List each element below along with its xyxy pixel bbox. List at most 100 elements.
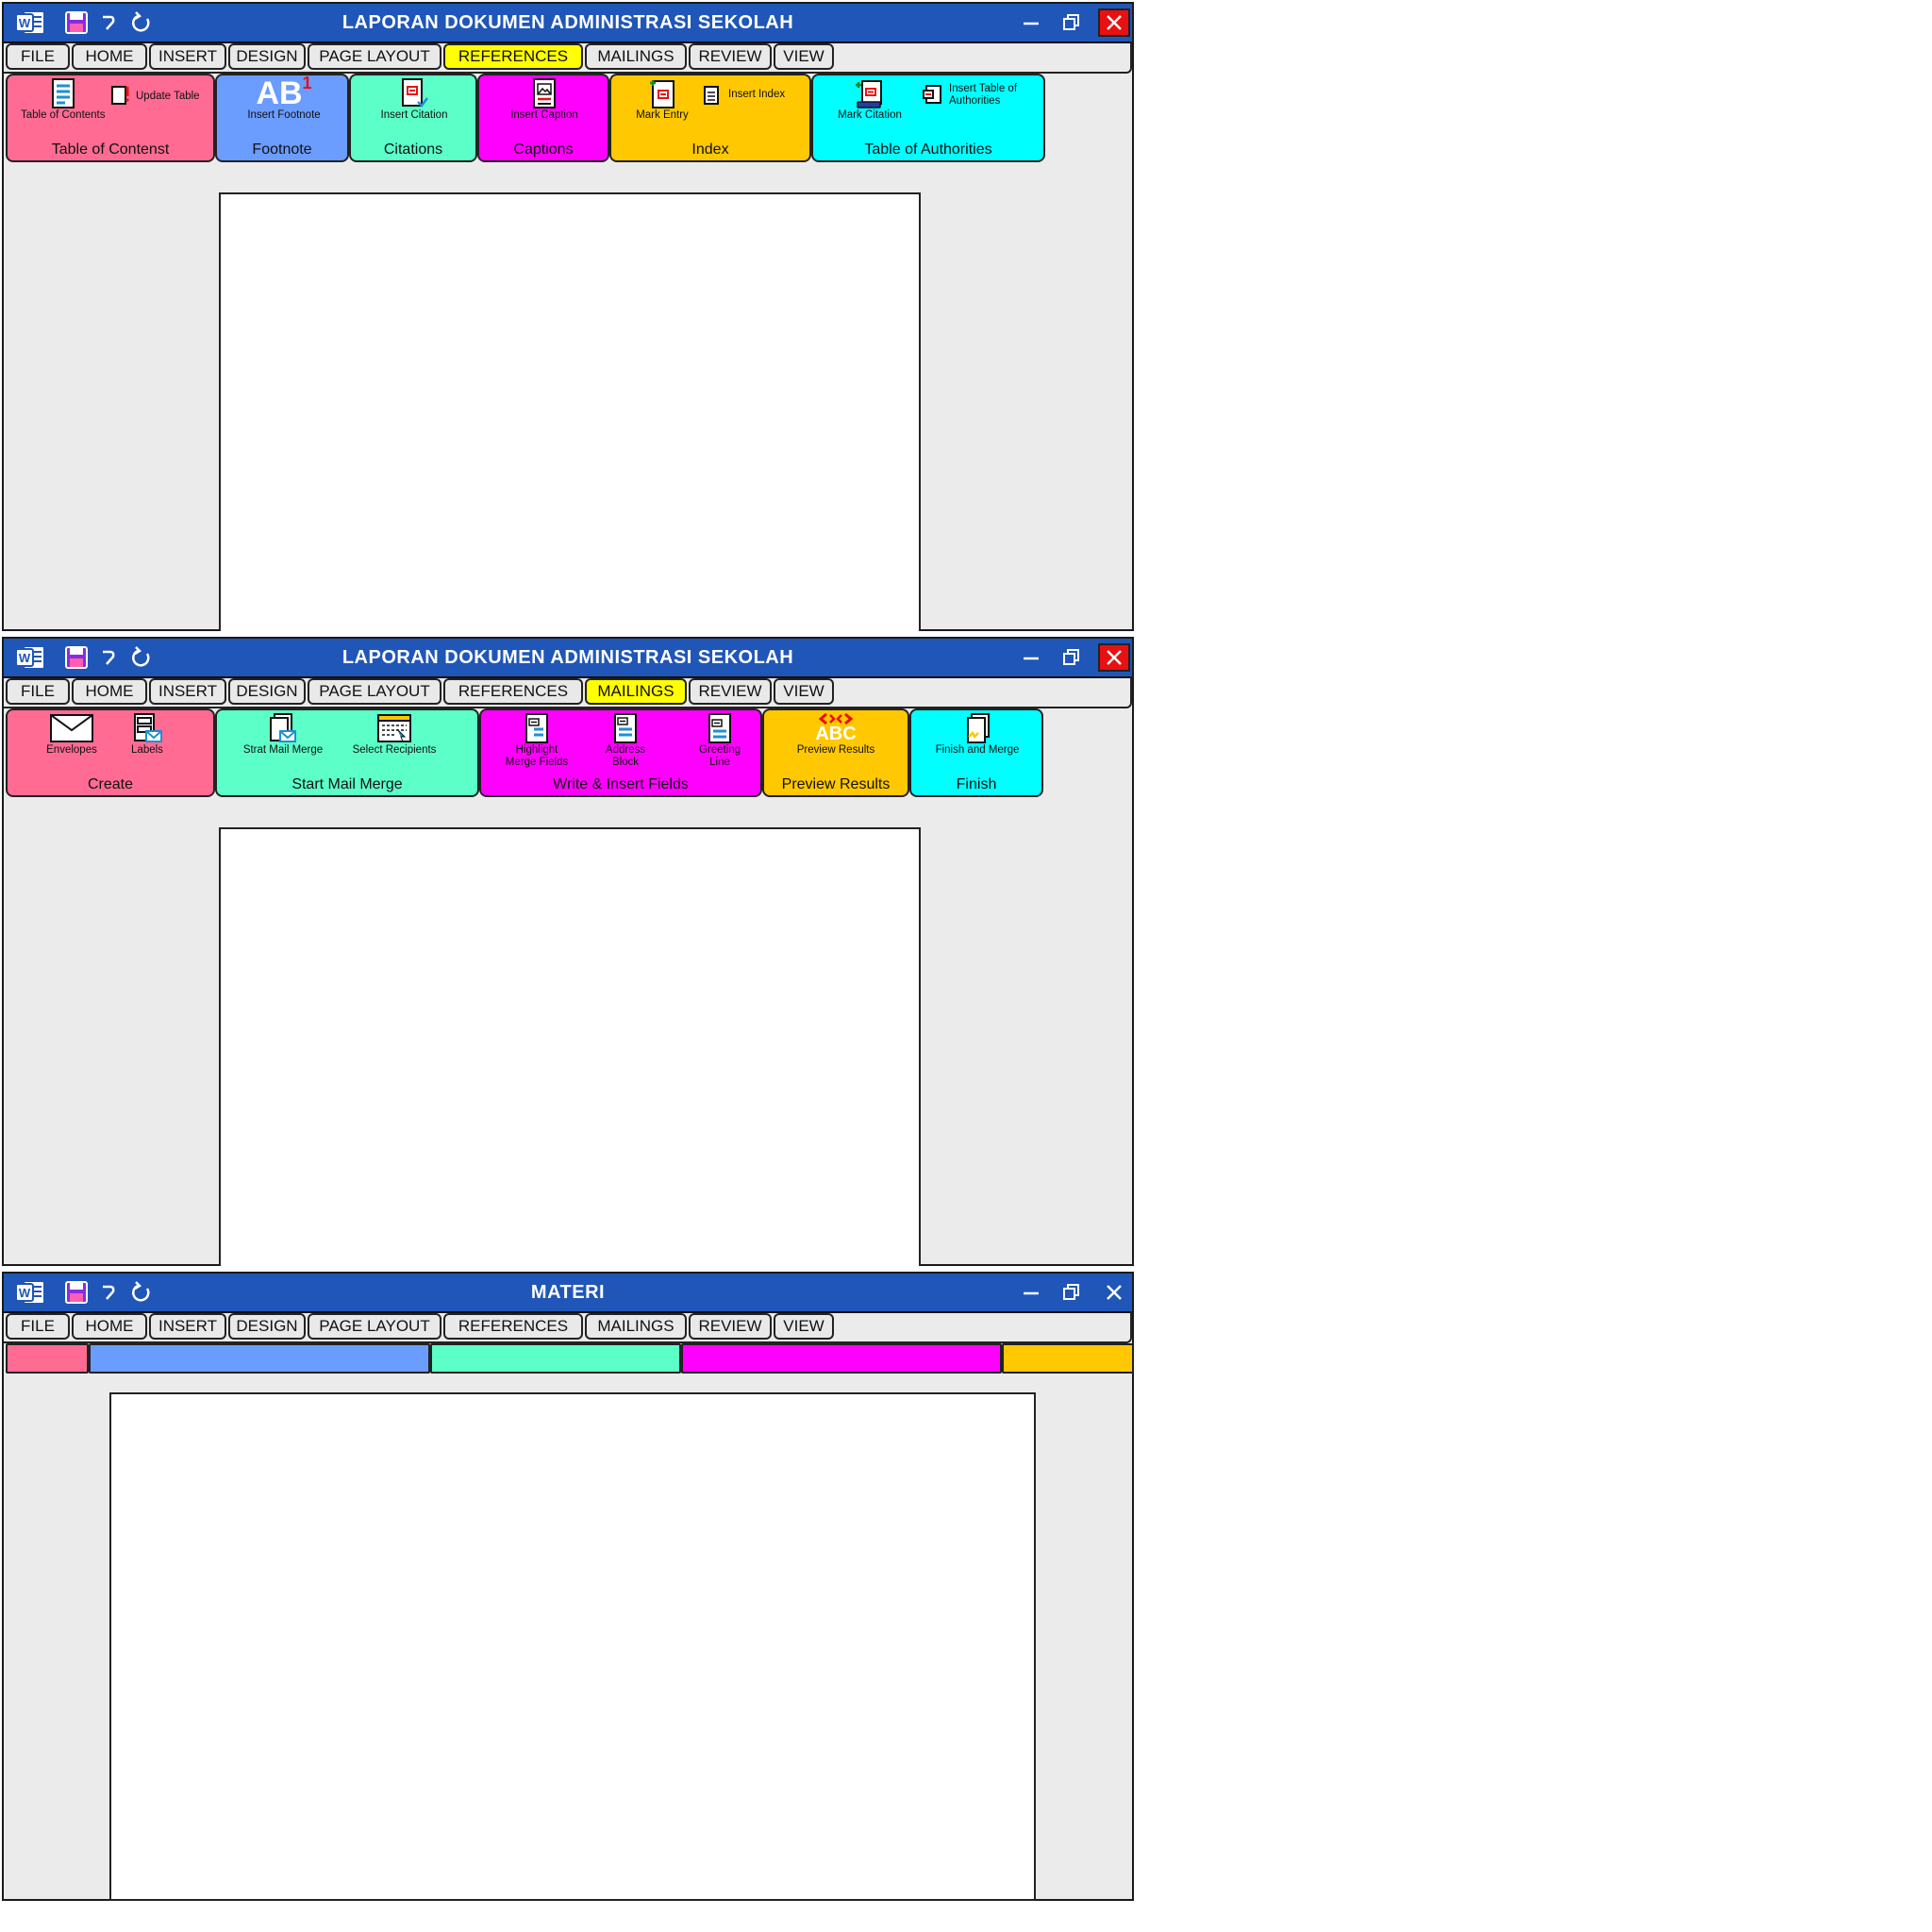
- insert-caption-button[interactable]: Insert Caption: [494, 77, 594, 122]
- group-label: Preview Results: [781, 776, 891, 792]
- mark-citation-button[interactable]: Mark Citation: [832, 77, 908, 122]
- group-label: Create: [87, 776, 134, 792]
- close-icon[interactable]: [1098, 643, 1130, 672]
- tab-design[interactable]: DESIGN: [228, 678, 306, 705]
- tab-review[interactable]: REVIEW: [689, 1313, 772, 1340]
- footnote-icon: AB 1: [256, 74, 312, 111]
- group-label: Finish: [956, 776, 997, 792]
- group-label: Table of Contenst: [51, 142, 170, 158]
- labels-label: Labels: [131, 744, 163, 756]
- envelopes-button[interactable]: Envelopes: [34, 712, 109, 757]
- tab-mailings[interactable]: MAILINGS: [585, 678, 687, 705]
- restore-icon[interactable]: [1058, 1278, 1086, 1307]
- tab-design[interactable]: DESIGN: [228, 43, 306, 70]
- mark-citation-label: Mark Citation: [838, 109, 902, 121]
- close-icon[interactable]: [1100, 1278, 1128, 1307]
- tab-design[interactable]: DESIGN: [228, 1313, 306, 1340]
- start-mail-merge-button[interactable]: Strat Mail Merge: [238, 712, 328, 757]
- window-title: LAPORAN DOKUMEN ADMINISTRASI SEKOLAH: [341, 647, 794, 668]
- finish-and-merge-label: Finish and Merge: [935, 744, 1020, 756]
- tab-file[interactable]: FILE: [6, 43, 70, 70]
- group-label: Captions: [513, 142, 574, 158]
- restore-icon[interactable]: [1058, 643, 1086, 672]
- title-bar: W MATERI: [4, 1274, 1132, 1313]
- tab-view[interactable]: VIEW: [774, 43, 834, 70]
- mark-entry-button[interactable]: Mark Entry: [625, 77, 700, 122]
- mark-entry-label: Mark Entry: [636, 109, 689, 121]
- update-table-icon: [111, 86, 129, 105]
- insert-footnote-button[interactable]: AB 1 Insert Footnote: [234, 74, 334, 122]
- tab-mailings[interactable]: MAILINGS: [585, 1313, 687, 1340]
- group-table-of-contents: Table of Contents Update Table Table of …: [6, 74, 215, 162]
- tab-mailings[interactable]: MAILINGS: [585, 43, 687, 70]
- group-label: Start Mail Merge: [291, 776, 403, 792]
- tab-home[interactable]: HOME: [72, 678, 147, 705]
- close-icon[interactable]: [1098, 8, 1130, 37]
- minimize-icon[interactable]: [1017, 1278, 1045, 1307]
- group-write-insert-fields: Highlight Merge Fields Address Block Gre…: [479, 708, 762, 797]
- restore-icon[interactable]: [1058, 8, 1086, 37]
- tab-references[interactable]: REFERENCES: [443, 678, 583, 705]
- insert-footnote-label: Insert Footnote: [247, 109, 321, 121]
- document-page[interactable]: [219, 192, 921, 631]
- insert-table-of-authorities-icon: [923, 85, 941, 104]
- labels-button[interactable]: Labels: [119, 712, 175, 757]
- tab-insert[interactable]: INSERT: [149, 1313, 226, 1340]
- tab-view[interactable]: VIEW: [774, 678, 834, 705]
- word-window-materi: W MATERI FILE HOME INSERT DESIGN PAGE LA…: [2, 1272, 1134, 1901]
- tab-home[interactable]: HOME: [72, 43, 147, 70]
- greeting-line-label: Greeting Line: [698, 744, 741, 768]
- preview-results-button[interactable]: ABC Preview Results: [781, 712, 891, 757]
- tab-review[interactable]: REVIEW: [689, 43, 772, 70]
- labels-icon: [131, 712, 163, 744]
- tab-file[interactable]: FILE: [6, 678, 70, 705]
- highlight-merge-fields-button[interactable]: Highlight Merge Fields: [494, 712, 579, 769]
- document-page[interactable]: [109, 1392, 1036, 1901]
- tab-file[interactable]: FILE: [6, 1313, 70, 1340]
- minimize-icon[interactable]: [1017, 8, 1045, 37]
- ribbon-band-green: [430, 1343, 681, 1374]
- tab-page-layout[interactable]: PAGE LAYOUT: [308, 43, 441, 70]
- tab-page-layout[interactable]: PAGE LAYOUT: [308, 678, 441, 705]
- tab-insert[interactable]: INSERT: [149, 43, 226, 70]
- highlight-merge-fields-icon: [521, 712, 553, 744]
- select-recipients-button[interactable]: Select Recipients: [340, 712, 449, 757]
- ribbon-band-orange: [1002, 1343, 1134, 1374]
- tab-page-layout[interactable]: PAGE LAYOUT: [308, 1313, 441, 1340]
- insert-table-of-authorities-label: Insert Table of Authorities: [949, 83, 1018, 107]
- minimize-icon[interactable]: [1017, 643, 1045, 672]
- tab-references[interactable]: REFERENCES: [443, 1313, 583, 1340]
- tab-insert[interactable]: INSERT: [149, 678, 226, 705]
- tab-view[interactable]: VIEW: [774, 1313, 834, 1340]
- address-block-button[interactable]: Address Block: [592, 712, 658, 769]
- start-mail-merge-icon: [267, 712, 299, 744]
- group-label: Index: [691, 142, 729, 158]
- document-page[interactable]: [219, 827, 921, 1266]
- group-label: Citations: [383, 142, 443, 158]
- group-captions: Insert Caption Captions: [477, 74, 609, 162]
- update-table-label: Update Table: [136, 91, 200, 102]
- tab-review[interactable]: REVIEW: [689, 678, 772, 705]
- tab-references[interactable]: REFERENCES: [443, 43, 583, 70]
- group-footnote: AB 1 Insert Footnote Footnote: [215, 74, 349, 162]
- ribbon-band-blue: [89, 1343, 430, 1374]
- insert-caption-icon: [528, 77, 560, 109]
- table-of-contents-icon: [47, 77, 79, 109]
- insert-caption-label: Insert Caption: [510, 109, 578, 121]
- word-window-references: W LAPORAN DOKUMEN ADMINISTRASI SEKOLAH F…: [2, 2, 1134, 631]
- update-table-button[interactable]: Update Table: [109, 85, 200, 106]
- insert-index-button[interactable]: Insert Index: [702, 85, 785, 106]
- title-bar: W LAPORAN DOKUMEN ADMINISTRASI SEKOLAH: [4, 639, 1132, 678]
- insert-citation-label: Insert Citation: [380, 109, 448, 121]
- tab-home[interactable]: HOME: [72, 1313, 147, 1340]
- select-recipients-icon: [375, 712, 413, 744]
- table-of-contents-button[interactable]: Table of Contents: [21, 77, 106, 122]
- finish-and-merge-button[interactable]: Finish and Merge: [923, 712, 1032, 757]
- word-window-mailings: W LAPORAN DOKUMEN ADMINISTRASI SEKOLAH F…: [2, 637, 1134, 1266]
- group-create: Envelopes Labels Create: [6, 708, 215, 797]
- table-of-contents-label: Table of Contents: [21, 109, 106, 121]
- insert-table-of-authorities-button[interactable]: Insert Table of Authorities: [921, 83, 1036, 108]
- ribbon-tabs: FILE HOME INSERT DESIGN PAGE LAYOUT REFE…: [4, 42, 1132, 72]
- insert-citation-button[interactable]: Insert Citation: [364, 77, 464, 122]
- greeting-line-button[interactable]: Greeting Line: [691, 712, 749, 769]
